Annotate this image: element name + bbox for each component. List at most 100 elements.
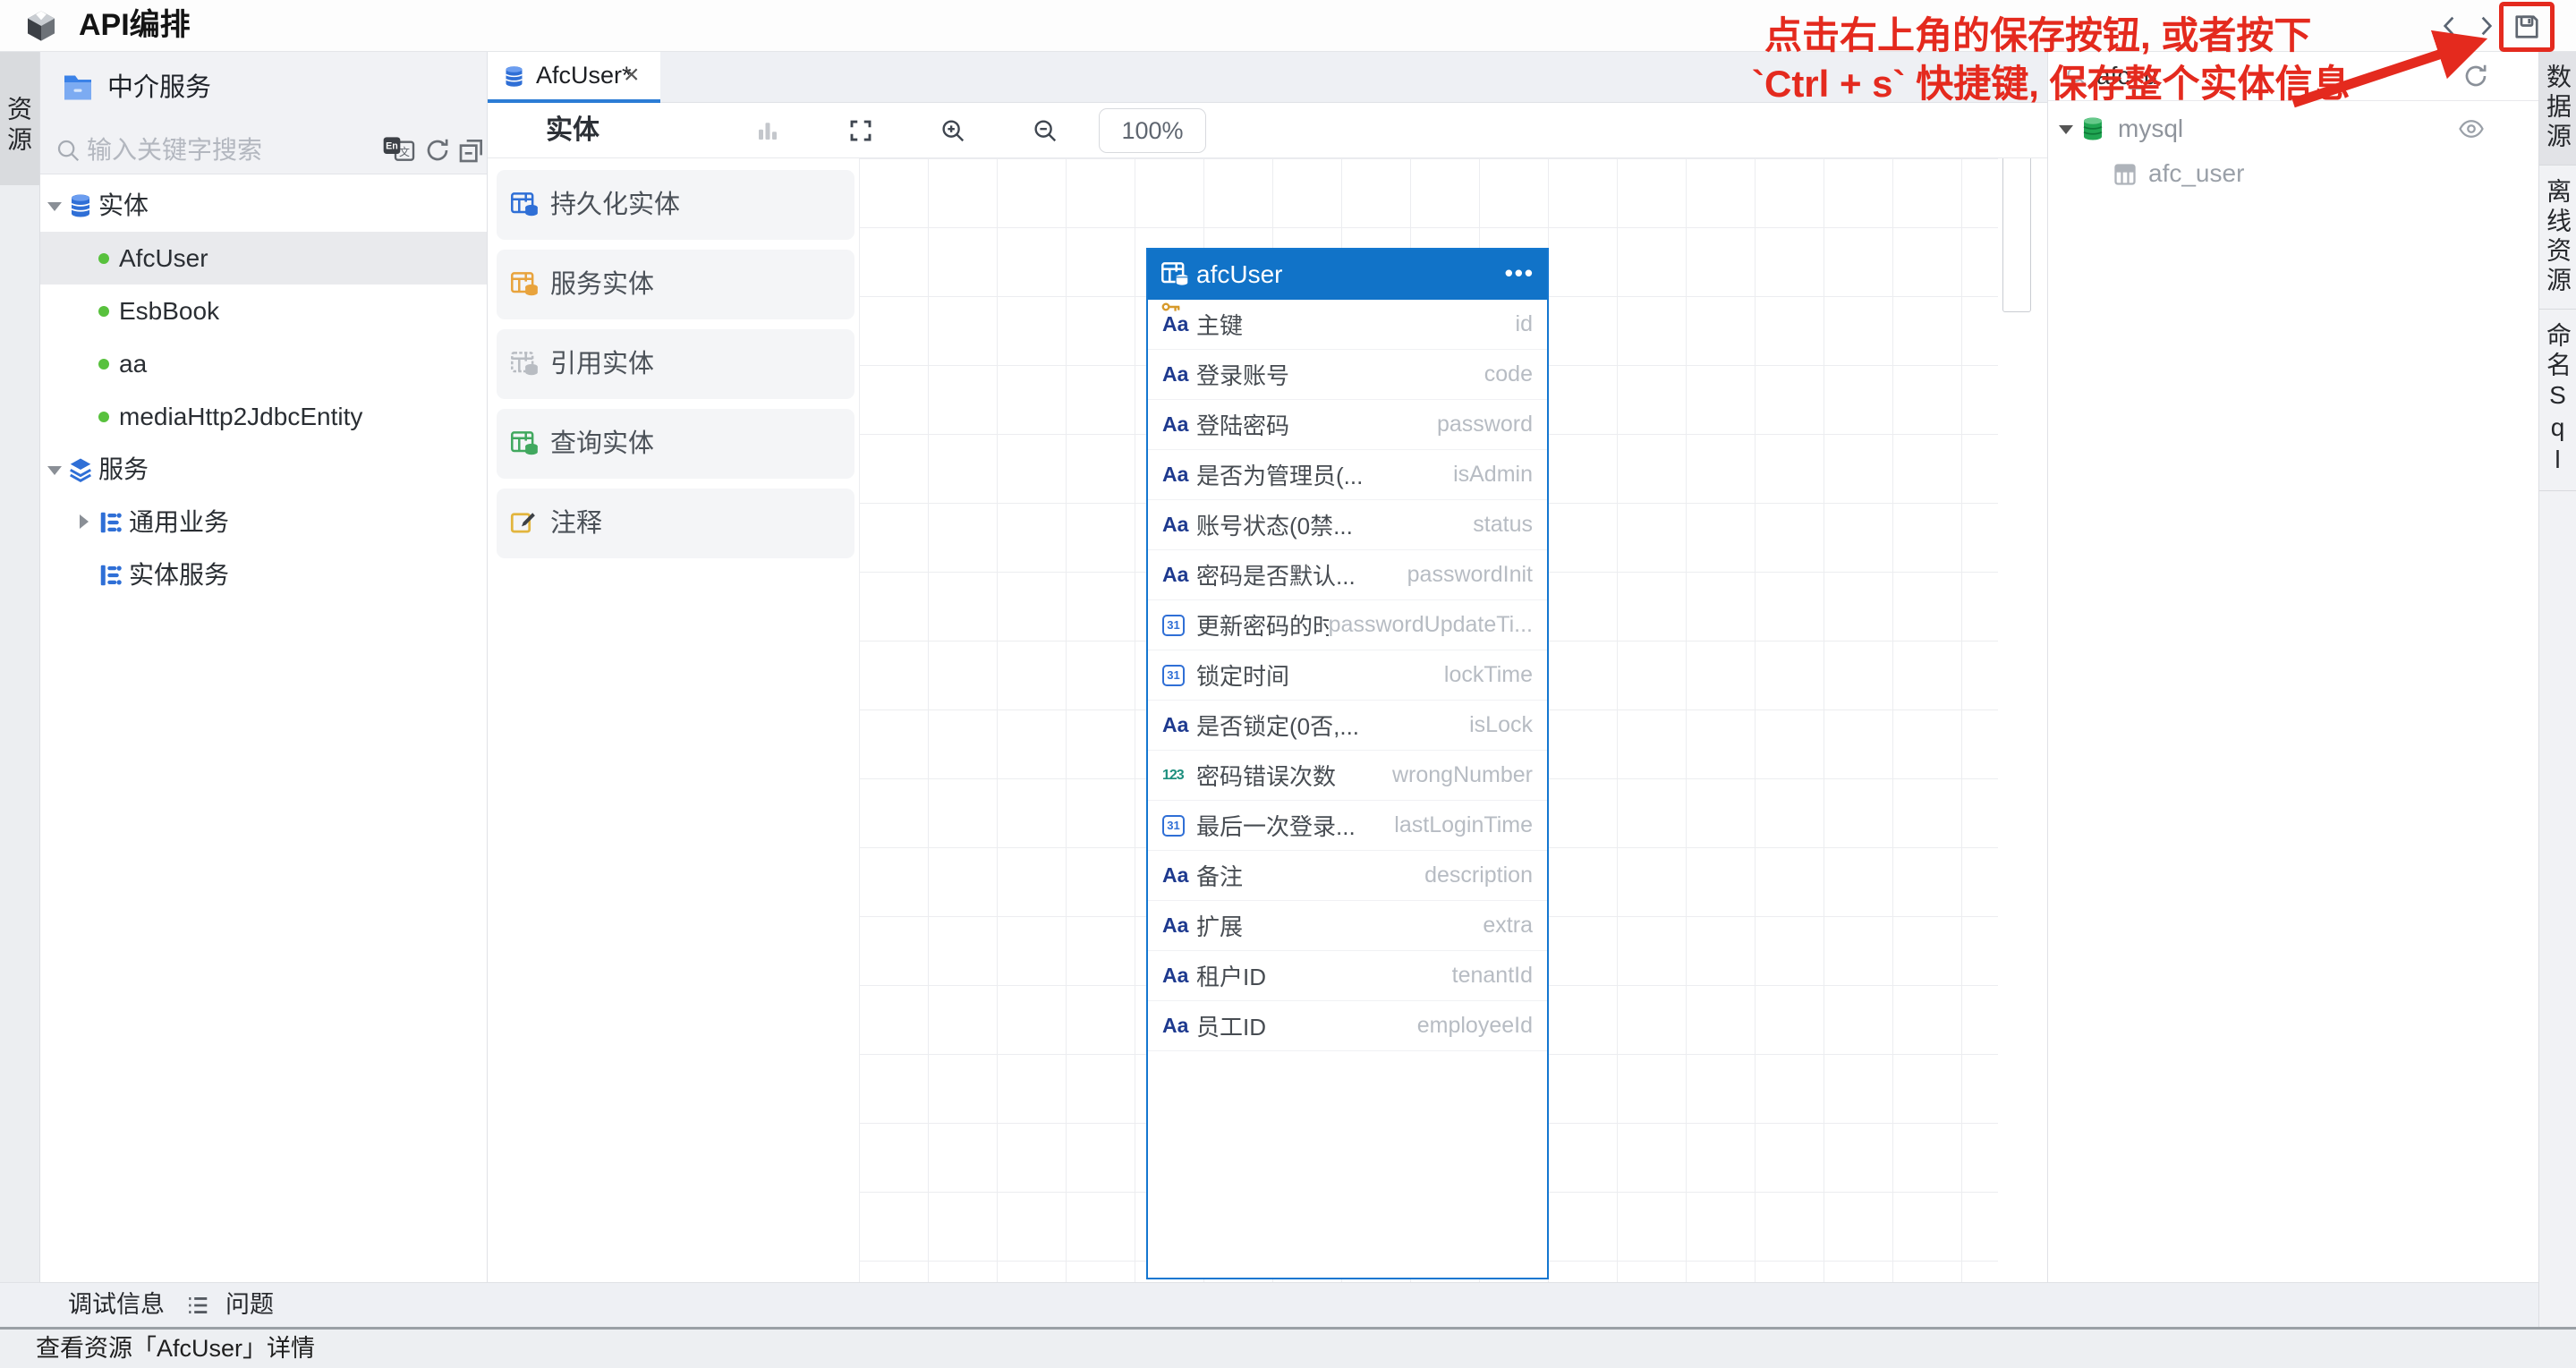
chevron-right-icon[interactable] bbox=[80, 514, 89, 529]
fit-screen-icon[interactable] bbox=[847, 117, 874, 144]
tree-group-entities[interactable]: 实体 bbox=[40, 179, 487, 232]
text-icon: Aa bbox=[1162, 464, 1196, 485]
note-icon bbox=[510, 510, 539, 537]
datasource-table-afc-user[interactable]: afc_user bbox=[2048, 151, 2538, 196]
debug-info-tab[interactable]: 调试信息 bbox=[68, 1283, 165, 1327]
translate-icon[interactable]: 文 En bbox=[382, 136, 416, 165]
entity-status-dot bbox=[98, 253, 109, 264]
activity-bar: 资源 bbox=[0, 51, 40, 1282]
number-icon: 123 bbox=[1162, 768, 1196, 784]
annotation-arrow bbox=[2268, 27, 2510, 125]
app-logo-icon bbox=[23, 8, 59, 44]
field-row-passwordinit[interactable]: Aa 密码是否默认... passwordInit bbox=[1148, 550, 1547, 600]
tree-group-label: 实体 bbox=[98, 179, 149, 232]
entity-card-afcuser[interactable]: afcUser ••• Aa 主键 id Aa 登录账号 code Aa bbox=[1146, 248, 1549, 1279]
tab-offline-resources[interactable]: 离线资源 bbox=[2539, 166, 2576, 310]
annotation-line1: 点击右上角的保存按钮, 或者按下 bbox=[1764, 5, 2311, 60]
date-icon: 31 bbox=[1162, 815, 1196, 837]
field-row-password[interactable]: Aa 登陆密码 password bbox=[1148, 400, 1547, 450]
diagram-canvas[interactable]: 持久化实体 服务实体 引用实体 查询实体 注释 bbox=[488, 158, 2047, 1282]
field-row-extra[interactable]: Aa 扩展 extra bbox=[1148, 901, 1547, 951]
tree-item-general-business[interactable]: 通用业务 bbox=[40, 496, 487, 548]
tree-item-esbbook[interactable]: EsbBook bbox=[40, 285, 487, 337]
field-row-tenantid[interactable]: Aa 租户ID tenantId bbox=[1148, 951, 1547, 1001]
chevron-down-icon[interactable] bbox=[47, 202, 62, 211]
mysql-database-icon bbox=[2079, 115, 2107, 142]
problems-tab[interactable]: 问题 bbox=[225, 1283, 274, 1327]
chart-icon bbox=[754, 117, 781, 144]
vertical-scrollbar[interactable] bbox=[2002, 158, 2031, 312]
field-row-description[interactable]: Aa 备注 description bbox=[1148, 851, 1547, 901]
palette-item-service-entity[interactable]: 服务实体 bbox=[497, 250, 854, 319]
palette-item-comment[interactable]: 注释 bbox=[497, 489, 854, 558]
field-row-locktime[interactable]: 31 锁定时间 lockTime bbox=[1148, 650, 1547, 701]
text-icon: Aa bbox=[1162, 514, 1196, 535]
folder-icon bbox=[62, 72, 94, 103]
field-row-lastlogintime[interactable]: 31 最后一次登录... lastLoginTime bbox=[1148, 801, 1547, 851]
zoom-out-icon[interactable] bbox=[1032, 117, 1058, 144]
canvas-toolbar: 实体 100% bbox=[488, 103, 2047, 158]
datasource-panel: mysql afc_user bbox=[2047, 51, 2538, 1282]
palette-item-reference-entity[interactable]: 引用实体 bbox=[497, 329, 854, 399]
tree-item-entity-service[interactable]: 实体服务 bbox=[40, 548, 487, 601]
bottom-panel-bar: 调试信息 问题 bbox=[0, 1282, 2576, 1327]
tree-item-mediahttp2jdbcentity[interactable]: mediaHttp2JdbcEntity bbox=[40, 390, 487, 443]
field-row-employeeid[interactable]: Aa 员工ID employeeId bbox=[1148, 1001, 1547, 1051]
entity-card-header[interactable]: afcUser ••• bbox=[1148, 250, 1547, 300]
tab-named-sql[interactable]: 命名Sql bbox=[2539, 310, 2576, 491]
field-row-id[interactable]: Aa 主键 id bbox=[1148, 300, 1547, 350]
palette-item-query-entity[interactable]: 查询实体 bbox=[497, 409, 854, 479]
service-name: 中介服务 bbox=[107, 51, 211, 125]
more-menu-icon[interactable]: ••• bbox=[1505, 250, 1535, 300]
tab-afcuser[interactable]: AfcUser* × bbox=[488, 51, 660, 103]
field-row-wrongnumber[interactable]: 123 密码错误次数 wrongNumber bbox=[1148, 751, 1547, 801]
palette-item-persistent-entity[interactable]: 持久化实体 bbox=[497, 170, 854, 240]
entity-name: afcUser bbox=[1196, 250, 1282, 300]
field-row-code[interactable]: Aa 登录账号 code bbox=[1148, 350, 1547, 400]
zoom-level[interactable]: 100% bbox=[1099, 108, 1206, 153]
table-icon bbox=[2113, 162, 2138, 187]
field-row-islock[interactable]: Aa 是否锁定(0否,... isLock bbox=[1148, 701, 1547, 751]
field-row-passwordupdatetime[interactable]: 31 更新密码的时间 passwordUpdateTi... bbox=[1148, 600, 1547, 650]
date-icon: 31 bbox=[1162, 665, 1196, 686]
collapse-all-icon[interactable] bbox=[457, 136, 486, 165]
tree-group-label: 服务 bbox=[98, 443, 149, 496]
database-icon bbox=[67, 192, 94, 219]
entity-status-dot bbox=[98, 359, 109, 370]
entity-field-list: Aa 主键 id Aa 登录账号 code Aa 登陆密码 password A… bbox=[1148, 300, 1547, 1278]
text-icon: Aa bbox=[1162, 715, 1196, 735]
date-icon: 31 bbox=[1162, 615, 1196, 636]
chevron-down-icon[interactable] bbox=[2059, 125, 2073, 134]
problems-list-icon[interactable] bbox=[186, 1296, 209, 1315]
service-flow-icon bbox=[98, 562, 124, 589]
tree-item-aa[interactable]: aa bbox=[40, 337, 487, 390]
svg-text:En: En bbox=[386, 141, 398, 152]
search-input[interactable] bbox=[85, 131, 375, 170]
tab-datasource[interactable]: 数据源 bbox=[2539, 51, 2576, 166]
text-icon: Aa bbox=[1162, 965, 1196, 986]
text-icon: Aa bbox=[1162, 565, 1196, 585]
tab-label: AfcUser* bbox=[536, 51, 632, 99]
database-icon bbox=[502, 64, 526, 89]
close-icon[interactable]: × bbox=[624, 51, 640, 99]
table-db-icon bbox=[510, 430, 539, 457]
tree-group-services[interactable]: 服务 bbox=[40, 443, 487, 496]
zoom-in-icon[interactable] bbox=[939, 117, 966, 144]
annotation-line2: `Ctrl + s` 快捷键, 保存整个实体信息 bbox=[1752, 54, 2351, 108]
text-icon: Aa bbox=[1162, 414, 1196, 435]
status-message: 查看资源「AfcUser」详情 bbox=[36, 1330, 315, 1368]
page-title: API编排 bbox=[79, 0, 191, 51]
table-db-icon bbox=[1160, 261, 1189, 288]
field-row-isadmin[interactable]: Aa 是否为管理员(... isAdmin bbox=[1148, 450, 1547, 500]
activity-tab-resources[interactable]: 资源 bbox=[0, 51, 39, 185]
chevron-down-icon[interactable] bbox=[47, 466, 62, 475]
tree-item-afcuser[interactable]: AfcUser bbox=[40, 232, 487, 285]
sidebar-header: 中介服务 bbox=[40, 51, 487, 125]
right-tab-strip: 数据源 离线资源 命名Sql bbox=[2538, 51, 2576, 1327]
table-db-icon bbox=[510, 271, 539, 298]
refresh-icon[interactable] bbox=[423, 136, 452, 165]
status-bar: 查看资源「AfcUser」详情 bbox=[0, 1327, 2576, 1368]
field-row-status[interactable]: Aa 账号状态(0禁... status bbox=[1148, 500, 1547, 550]
key-icon bbox=[1161, 300, 1181, 314]
svg-text:文: 文 bbox=[399, 145, 410, 158]
